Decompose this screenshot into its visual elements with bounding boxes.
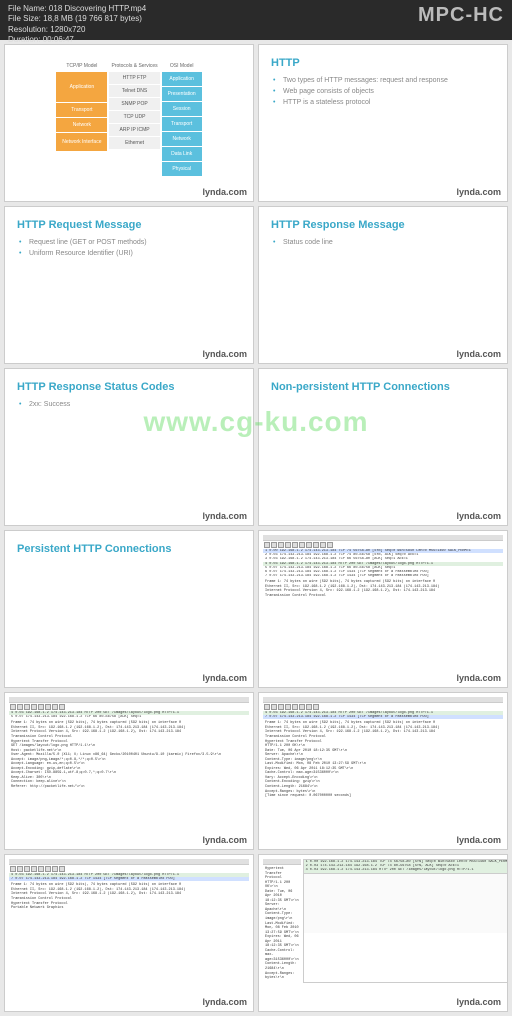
toolbar-icon[interactable] [278, 542, 284, 548]
wireshark-toolbar [9, 865, 249, 873]
app-title: MPC-HC [418, 4, 504, 27]
packet-detail[interactable]: Frame 1: 74 bytes on wire (592 bits), 74… [263, 719, 503, 800]
slide-wireshark-3[interactable]: 4 0.03 192.168.1.2 174.143.213.184 HTTP … [258, 692, 508, 850]
lynda-logo: lynda.com [202, 511, 247, 521]
packet-list[interactable]: 4 0.03 192.168.1.2 174.143.213.184 HTTP … [263, 711, 503, 719]
thumbnail-grid: TCP/IP Model Application Transport Netwo… [0, 40, 512, 1016]
slide-http[interactable]: HTTP Two types of HTTP messages: request… [258, 44, 508, 202]
toolbar-icon[interactable] [52, 866, 58, 872]
slide-nonpersistent[interactable]: Non-persistent HTTP Connections lynda.co… [258, 368, 508, 526]
toolbar-icon[interactable] [45, 704, 51, 710]
lynda-logo: lynda.com [202, 835, 247, 845]
hex-view[interactable] [304, 873, 508, 933]
lynda-logo: lynda.com [456, 511, 501, 521]
slide-persistent[interactable]: Persistent HTTP Connections lynda.com [4, 530, 254, 688]
slide-title: HTTP Request Message [17, 219, 241, 231]
toolbar-icon[interactable] [306, 704, 312, 710]
toolbar-icon[interactable] [292, 704, 298, 710]
toolbar-icon[interactable] [24, 704, 30, 710]
slide-wireshark-5[interactable]: Hypertext Transfer Protocol HTTP/1.1 200… [258, 854, 508, 1012]
wireshark-toolbar [263, 541, 503, 549]
toolbar-icon[interactable] [271, 704, 277, 710]
toolbar-icon[interactable] [264, 542, 270, 548]
slide-wireshark-4[interactable]: 4 0.03 192.168.1.2 174.143.213.184 HTTP … [4, 854, 254, 1012]
wireshark-toolbar [9, 703, 249, 711]
toolbar-icon[interactable] [24, 866, 30, 872]
slide-wireshark-2[interactable]: 4 0.03 192.168.1.2 174.143.213.184 HTTP … [4, 692, 254, 850]
packet-list[interactable]: 1 0.00 192.168.1.2 174.143.213.184 TCP 7… [304, 860, 508, 873]
lynda-logo: lynda.com [202, 673, 247, 683]
lynda-logo: lynda.com [456, 673, 501, 683]
packet-list[interactable]: 4 0.03 192.168.1.2 174.143.213.184 HTTP … [9, 711, 249, 719]
model-diagram: TCP/IP Model Application Transport Netwo… [17, 61, 241, 176]
toolbar-icon[interactable] [31, 866, 37, 872]
toolbar-icon[interactable] [10, 866, 16, 872]
toolbar-icon[interactable] [320, 542, 326, 548]
packet-list[interactable]: 1 0.00 192.168.1.2 174.143.213.184 TCP 7… [263, 549, 503, 578]
slide-status-codes[interactable]: HTTP Response Status Codes 2xx: Success … [4, 368, 254, 526]
slide-title: HTTP [271, 57, 495, 69]
watermark: www.cg-ku.com [143, 406, 368, 438]
toolbar-icon[interactable] [52, 704, 58, 710]
lynda-logo: lynda.com [202, 997, 247, 1007]
toolbar-icon[interactable] [45, 866, 51, 872]
toolbar-icon[interactable] [59, 704, 65, 710]
toolbar-icon[interactable] [278, 704, 284, 710]
filename-value: 018 Discovering HTTP.mp4 [49, 4, 146, 13]
packet-detail[interactable]: Frame 1: 74 bytes on wire (592 bits), 74… [9, 719, 249, 791]
toolbar-icon[interactable] [38, 704, 44, 710]
toolbar-icon[interactable] [285, 704, 291, 710]
lynda-logo: lynda.com [456, 997, 501, 1007]
lynda-logo: lynda.com [456, 835, 501, 845]
slide-request[interactable]: HTTP Request Message Request line (GET o… [4, 206, 254, 364]
resolution-value: 1280x720 [50, 25, 85, 34]
toolbar-icon[interactable] [292, 542, 298, 548]
toolbar-icon[interactable] [17, 866, 23, 872]
slide-models[interactable]: TCP/IP Model Application Transport Netwo… [4, 44, 254, 202]
duration-value: 00:06:47 [43, 35, 74, 44]
toolbar-icon[interactable] [17, 704, 23, 710]
slide-title: Persistent HTTP Connections [17, 543, 241, 555]
lynda-logo: lynda.com [202, 187, 247, 197]
file-info: File Name: 018 Discovering HTTP.mp4 File… [8, 4, 146, 46]
toolbar-icon[interactable] [38, 866, 44, 872]
toolbar-icon[interactable] [31, 704, 37, 710]
slide-title: HTTP Response Status Codes [17, 381, 241, 393]
lynda-logo: lynda.com [456, 349, 501, 359]
packet-detail[interactable]: Hypertext Transfer Protocol HTTP/1.1 200… [263, 865, 301, 983]
toolbar-icon[interactable] [59, 866, 65, 872]
toolbar-icon[interactable] [271, 542, 277, 548]
toolbar-icon[interactable] [299, 542, 305, 548]
header-bar: File Name: 018 Discovering HTTP.mp4 File… [0, 0, 512, 40]
toolbar-icon[interactable] [10, 704, 16, 710]
slide-title: HTTP Response Message [271, 219, 495, 231]
wireshark-toolbar [263, 703, 503, 711]
toolbar-icon[interactable] [313, 542, 319, 548]
lynda-logo: lynda.com [202, 349, 247, 359]
toolbar-icon[interactable] [327, 542, 333, 548]
filesize-value: 18,8 MB (19 766 817 bytes) [43, 14, 142, 23]
toolbar-icon[interactable] [285, 542, 291, 548]
packet-list[interactable]: 4 0.03 192.168.1.2 174.143.213.184 HTTP … [9, 873, 249, 881]
toolbar-icon[interactable] [306, 542, 312, 548]
slide-title: Non-persistent HTTP Connections [271, 381, 495, 393]
lynda-logo: lynda.com [456, 187, 501, 197]
packet-detail[interactable]: Frame 1: 74 bytes on wire (592 bits), 74… [263, 578, 503, 600]
slide-response[interactable]: HTTP Response Message Status code line l… [258, 206, 508, 364]
slide-wireshark-1[interactable]: 1 0.00 192.168.1.2 174.143.213.184 TCP 7… [258, 530, 508, 688]
toolbar-icon[interactable] [313, 704, 319, 710]
toolbar-icon[interactable] [299, 704, 305, 710]
toolbar-icon[interactable] [264, 704, 270, 710]
packet-detail[interactable]: Frame 1: 74 bytes on wire (592 bits), 74… [9, 881, 249, 912]
